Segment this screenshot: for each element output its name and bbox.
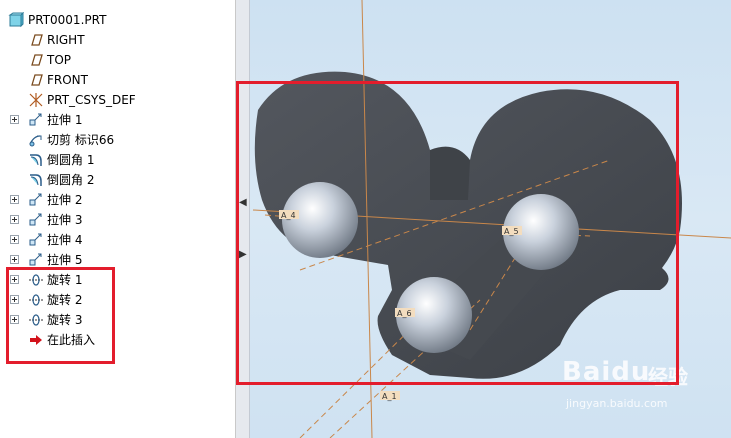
tree-item[interactable]: 拉伸 4 <box>0 230 236 250</box>
tree-item-label: 倒圆角 1 <box>47 153 95 167</box>
expand-plus-icon[interactable] <box>10 315 19 324</box>
axis-tag-a6: A_6 <box>395 308 415 318</box>
tree-item-label: FRONT <box>47 73 88 87</box>
tree-item[interactable]: 在此插入 <box>0 330 236 350</box>
extrude-icon <box>28 232 44 248</box>
tree-item[interactable]: 旋转 1 <box>0 270 236 290</box>
tree-item[interactable]: 拉伸 3 <box>0 210 236 230</box>
round-icon <box>28 152 44 168</box>
expand-plus-icon[interactable] <box>10 295 19 304</box>
baidu-watermark: Baidu 经验 jingyan.baidu.com <box>562 357 712 417</box>
tree-item[interactable]: 切剪 标识66 <box>0 130 236 150</box>
axis-tag-a1: A_1 <box>380 391 400 401</box>
watermark-brand: Baidu <box>562 357 651 387</box>
expand-plus-icon[interactable] <box>10 275 19 284</box>
revolve-icon <box>28 272 44 288</box>
axis-tag-a5: A_5 <box>502 226 522 236</box>
tree-item[interactable]: 旋转 3 <box>0 310 236 330</box>
tree-item-label: TOP <box>47 53 72 67</box>
svg-text:A_4: A_4 <box>281 211 296 220</box>
tree-item-label: RIGHT <box>47 33 85 47</box>
tree-item-label: 拉伸 4 <box>47 233 83 247</box>
graphics-viewport[interactable]: A_4 A_5 A_6 A_1 Baidu 经验 jingyan.baidu.c… <box>250 0 731 438</box>
svg-text:A_5: A_5 <box>504 227 519 236</box>
revolve-icon <box>28 312 44 328</box>
tree-item[interactable]: 旋转 2 <box>0 290 236 310</box>
tree-item-label: 倒圆角 2 <box>47 173 95 187</box>
watermark-cn: 经验 <box>648 365 688 389</box>
tree-item-label: 拉伸 2 <box>47 193 83 207</box>
expand-plus-icon[interactable] <box>10 255 19 264</box>
axis-tag-a4: A_4 <box>279 210 299 220</box>
tree-item-label: 切剪 标识66 <box>47 133 115 147</box>
panel-splitter[interactable]: ◀ ▶ <box>236 0 250 438</box>
tree-item-label: 旋转 3 <box>47 313 83 327</box>
expand-plus-icon[interactable] <box>10 195 19 204</box>
tree-item-label: PRT_CSYS_DEF <box>47 93 136 107</box>
watermark-url: jingyan.baidu.com <box>566 397 668 410</box>
tree-item[interactable]: TOP <box>0 50 236 70</box>
tree-root-label: PRT0001.PRT <box>28 13 107 27</box>
datum-plane-icon <box>28 32 44 48</box>
svg-text:A_6: A_6 <box>397 309 412 318</box>
tree-item-label: 拉伸 3 <box>47 213 83 227</box>
collapse-left-icon[interactable]: ◀ <box>239 198 247 208</box>
extrude-icon <box>28 192 44 208</box>
extrude-icon <box>28 212 44 228</box>
coordinate-system-icon <box>28 92 44 108</box>
model-tree: PRT0001.PRT RIGHT TOP FRONT PRT_CSYS_DEF 拉伸 … <box>0 0 236 438</box>
tree-item-label: 拉伸 5 <box>47 253 83 267</box>
cut-icon <box>28 132 44 148</box>
datum-plane-icon <box>28 52 44 68</box>
datum-plane-icon <box>28 72 44 88</box>
sphere-1 <box>282 182 358 258</box>
insert-here-arrow-icon <box>28 332 44 348</box>
tree-root[interactable]: PRT0001.PRT <box>0 10 236 30</box>
tree-item[interactable]: 拉伸 5 <box>0 250 236 270</box>
tree-item-label: 旋转 2 <box>47 293 83 307</box>
expand-right-icon[interactable]: ▶ <box>239 250 247 260</box>
round-icon <box>28 172 44 188</box>
tree-item[interactable]: 倒圆角 2 <box>0 170 236 190</box>
expand-plus-icon[interactable] <box>10 115 19 124</box>
svg-text:A_1: A_1 <box>382 392 397 401</box>
part-icon <box>8 11 25 28</box>
expand-plus-icon[interactable] <box>10 235 19 244</box>
tree-item[interactable]: 拉伸 1 <box>0 110 236 130</box>
tree-item-label: 旋转 1 <box>47 273 83 287</box>
extrude-icon <box>28 112 44 128</box>
extrude-icon <box>28 252 44 268</box>
tree-item[interactable]: 倒圆角 1 <box>0 150 236 170</box>
tree-item[interactable]: FRONT <box>0 70 236 90</box>
tree-item[interactable]: RIGHT <box>0 30 236 50</box>
expand-plus-icon[interactable] <box>10 215 19 224</box>
revolve-icon <box>28 292 44 308</box>
tree-item[interactable]: PRT_CSYS_DEF <box>0 90 236 110</box>
tree-item[interactable]: 拉伸 2 <box>0 190 236 210</box>
tree-item-label: 拉伸 1 <box>47 113 83 127</box>
tree-item-label: 在此插入 <box>47 333 96 347</box>
